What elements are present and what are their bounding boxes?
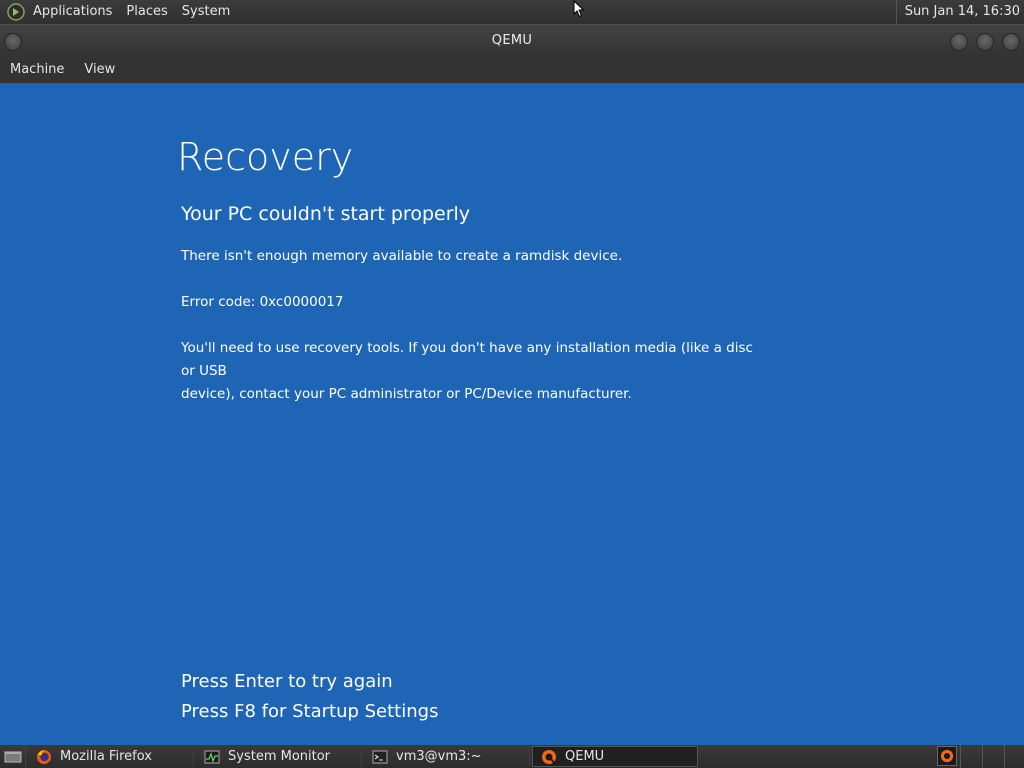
system-menu[interactable]: System: [175, 0, 237, 24]
taskbar-item-label: System Monitor: [228, 749, 331, 764]
workspace-switcher-qemu-icon[interactable]: [937, 746, 957, 766]
mate-logo-icon[interactable]: [6, 2, 26, 22]
qemu-menubar: Machine View: [0, 56, 1024, 83]
qemu-icon: [541, 749, 557, 765]
instructions-line-2: device), contact your PC administrator o…: [181, 386, 632, 402]
bottom-taskbar: Mozilla Firefox System Monitor vm3@vm3:~…: [0, 745, 1024, 768]
try-again-option: Press Enter to try again: [181, 671, 393, 692]
error-message: There isn't enough memory available to c…: [181, 248, 623, 264]
taskbar-item-terminal[interactable]: vm3@vm3:~: [364, 746, 530, 767]
vm-display[interactable]: Recovery Your PC couldn't start properly…: [0, 83, 1024, 745]
recovery-instructions: You'll need to use recovery tools. If yo…: [181, 337, 771, 406]
close-button[interactable]: [1002, 33, 1020, 51]
taskbar-item-firefox[interactable]: Mozilla Firefox: [28, 746, 194, 767]
startup-settings-option: Press F8 for Startup Settings: [181, 701, 439, 722]
system-monitor-icon: [204, 749, 220, 765]
applications-menu[interactable]: Applications: [26, 0, 119, 24]
top-panel: Applications Places System Sun Jan 14, 1…: [0, 0, 1024, 24]
machine-menu[interactable]: Machine: [0, 56, 74, 83]
maximize-button[interactable]: [976, 33, 994, 51]
taskbar-item-label: vm3@vm3:~: [396, 749, 482, 764]
taskbar-item-system-monitor[interactable]: System Monitor: [196, 746, 362, 767]
taskbar-item-qemu[interactable]: QEMU: [532, 746, 698, 767]
minimize-button[interactable]: [950, 33, 968, 51]
workspace-divider: [982, 745, 983, 768]
window-title: QEMU: [491, 33, 533, 48]
clock[interactable]: Sun Jan 14, 16:30: [895, 0, 1020, 24]
workspace-divider: [960, 745, 961, 768]
recovery-subtitle: Your PC couldn't start properly: [181, 203, 471, 225]
view-menu[interactable]: View: [74, 56, 125, 83]
mouse-cursor-icon: [573, 0, 585, 18]
instructions-line-1: You'll need to use recovery tools. If yo…: [181, 340, 753, 379]
taskbar-item-label: Mozilla Firefox: [60, 749, 152, 764]
taskbar-item-label: QEMU: [565, 749, 605, 764]
window-menu-button[interactable]: [4, 33, 22, 51]
window-titlebar[interactable]: QEMU: [0, 24, 1024, 56]
places-menu[interactable]: Places: [119, 0, 174, 24]
firefox-icon: [36, 749, 52, 765]
show-desktop-button[interactable]: [0, 745, 26, 768]
error-code: Error code: 0xc0000017: [181, 294, 344, 310]
workspace-divider: [1004, 745, 1005, 768]
show-desktop-icon: [4, 751, 21, 762]
recovery-title: Recovery: [177, 135, 354, 179]
terminal-icon: [372, 749, 388, 765]
